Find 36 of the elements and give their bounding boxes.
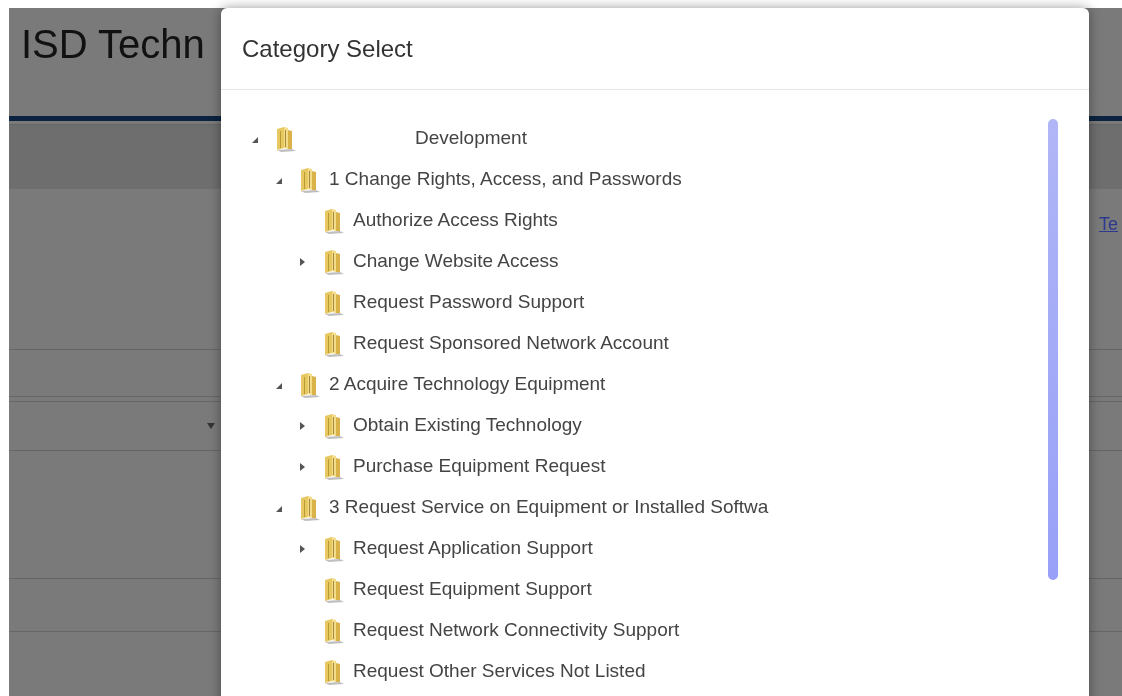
tree-item[interactable]: Authorize Access Rights	[353, 206, 558, 235]
expand-arrow-icon[interactable]	[299, 543, 307, 554]
scrollbar[interactable]	[1048, 119, 1058, 580]
folder-icon	[299, 494, 321, 521]
expand-arrow-icon[interactable]	[299, 256, 307, 267]
dropdown-caret-icon[interactable]	[207, 423, 215, 429]
folder-icon	[299, 166, 321, 193]
folder-icon	[299, 371, 321, 398]
tree-item[interactable]: Request Sponsored Network Account	[353, 329, 669, 358]
folder-icon	[323, 617, 345, 644]
folder-icon	[323, 289, 345, 316]
folder-icon	[323, 412, 345, 439]
folder-icon	[323, 330, 345, 357]
expand-arrow-icon[interactable]	[299, 461, 307, 472]
folder-icon	[323, 658, 345, 685]
page-title: ISD Techn	[21, 22, 205, 66]
tree-item[interactable]: Request Application Support	[353, 534, 593, 563]
tree-item[interactable]: Request Equipment Support	[353, 575, 592, 604]
tree-item[interactable]: Change Website Access	[353, 247, 559, 276]
tree-item[interactable]: Request Password Support	[353, 288, 585, 317]
tree-item[interactable]: Purchase Equipment Request	[353, 452, 606, 481]
tree-item[interactable]: 3 Request Service on Equipment or Installed Softwa	[329, 493, 769, 522]
dialog-title: Category Select	[242, 33, 413, 64]
tree-item[interactable]: 2 Acquire Technology Equipment	[329, 370, 606, 399]
expand-arrow-icon[interactable]	[299, 420, 307, 431]
folder-icon	[323, 248, 345, 275]
folder-icon	[323, 576, 345, 603]
folder-icon	[323, 453, 345, 480]
tree-item[interactable]: Request Other Services Not Listed	[353, 657, 646, 686]
tree-item[interactable]: Obtain Existing Technology	[353, 411, 582, 440]
tree-item[interactable]: 1 Change Rights, Access, and Passwords	[329, 165, 682, 194]
tree-item[interactable]: Development	[305, 124, 527, 153]
folder-icon	[323, 535, 345, 562]
folder-icon	[323, 207, 345, 234]
tree-item[interactable]: Request Network Connectivity Support	[353, 616, 680, 645]
folder-icon	[275, 125, 297, 152]
